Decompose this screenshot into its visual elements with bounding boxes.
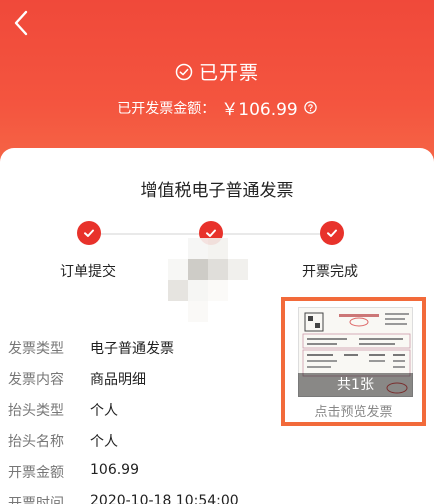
detail-key: 抬头类型 [8,403,64,419]
detail-key: 发票内容 [8,372,64,388]
step-1-label: 订单提交 [60,264,116,280]
detail-row-invoice-type: 发票类型 电子普通发票 [8,338,174,358]
status-row: 已开票 [0,58,434,85]
detail-row-title-type: 抬头类型 个人 [8,400,118,420]
detail-row-title-name: 抬头名称 个人 [8,431,118,451]
help-icon[interactable] [304,101,317,114]
detail-value: 2020-10-18 10:54:00 [90,493,239,504]
amount-value: ￥106.99 [221,100,298,120]
invoice-count-badge: 共1张 [298,373,413,397]
detail-key: 抬头名称 [8,434,64,450]
step-3-check-icon [320,221,344,245]
amount-label: 已开发票金额： [117,100,216,117]
invoice-type-title: 增值税电子普通发票 [140,181,294,201]
detail-key: 发票类型 [8,341,64,357]
back-icon[interactable] [9,8,33,38]
redacted-mosaic [168,238,248,324]
detail-row-invoice-content: 发票内容 商品明细 [8,369,146,389]
detail-key: 开票金额 [8,465,64,481]
detail-value: 106.99 [90,462,139,478]
detail-row-invoice-time: 开票时间 2020-10-18 10:54:00 [8,493,239,504]
step-1-check-icon [77,221,101,245]
detail-value: 个人 [90,434,118,450]
detail-value: 个人 [90,403,118,419]
check-circle-icon [175,63,193,80]
detail-key: 开票时间 [8,496,64,504]
step-3-label: 开票完成 [302,264,358,280]
preview-invoice-label: 点击预览发票 [314,405,393,420]
progress-line-left [100,233,212,235]
invoice-preview-button[interactable]: 共1张 点击预览发票 [281,297,426,426]
detail-value: 电子普通发票 [90,341,174,357]
detail-value: 商品明细 [90,372,146,388]
invoice-amount-row: 已开发票金额： ￥106.99 [0,95,434,120]
status-title: 已开票 [198,62,259,84]
progress-line-right [222,233,334,235]
detail-row-invoice-amount: 开票金额 106.99 [8,462,139,482]
